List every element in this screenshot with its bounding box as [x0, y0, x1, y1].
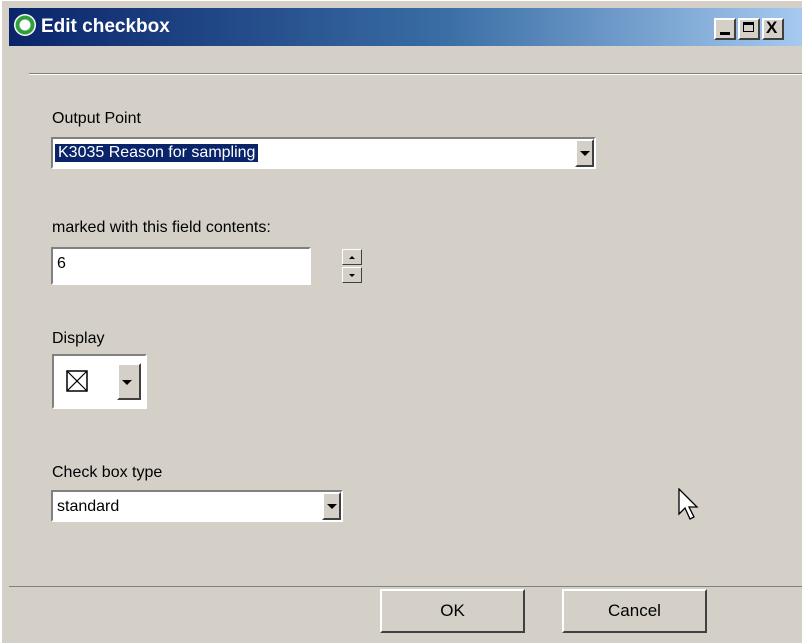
output-point-select[interactable]: K3035 Reason for sampling [51, 137, 596, 169]
minimize-button[interactable] [714, 18, 736, 40]
field-contents-input[interactable]: 6 [51, 247, 311, 285]
field-contents-label: marked with this field contents: [52, 219, 271, 236]
edit-checkbox-dialog: Edit checkbox X Output Point K3035 Reaso… [0, 0, 802, 643]
spin-down-button[interactable] [342, 267, 362, 283]
close-icon: X [766, 18, 778, 37]
display-dropdown-button[interactable] [117, 363, 141, 400]
title-bar[interactable]: Edit checkbox X [9, 8, 802, 46]
header-divider [29, 73, 802, 75]
field-contents-value: 6 [57, 255, 66, 272]
output-point-value: K3035 Reason for sampling [55, 144, 259, 162]
app-icon [14, 14, 36, 36]
cancel-button[interactable]: Cancel [562, 589, 707, 633]
output-point-dropdown-button[interactable] [575, 139, 594, 167]
check-box-type-label: Check box type [52, 464, 163, 481]
display-label: Display [52, 330, 105, 347]
mouse-cursor-icon [678, 488, 699, 520]
ok-button[interactable]: OK [380, 589, 525, 633]
check-box-type-dropdown-button[interactable] [322, 492, 341, 520]
check-box-type-select[interactable]: standard [51, 490, 343, 522]
check-box-type-value: standard [57, 498, 120, 515]
window-title: Edit checkbox [41, 16, 170, 37]
maximize-button[interactable] [738, 18, 760, 40]
output-point-label: Output Point [52, 110, 141, 127]
spin-up-button[interactable] [342, 249, 362, 265]
checkbox-x-icon [66, 370, 88, 392]
display-select[interactable] [52, 354, 147, 409]
close-button[interactable]: X [762, 18, 784, 40]
